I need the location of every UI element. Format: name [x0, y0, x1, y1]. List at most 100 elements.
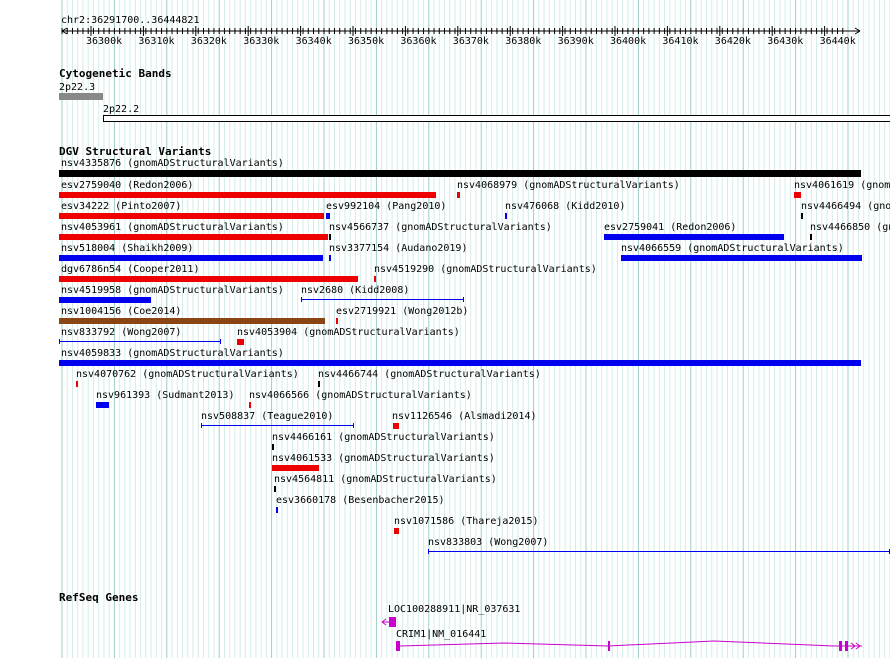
variant-label: esv2759040 (Redon2006) [61, 180, 194, 191]
variant-label: nsv1004156 (Coe2014) [61, 306, 182, 317]
variant-end-cap [301, 297, 302, 302]
variant-feature[interactable] [59, 276, 358, 282]
variant-label: nsv833792 (Wong2007) [61, 327, 182, 338]
variant-feature[interactable] [249, 402, 251, 408]
variant-feature[interactable] [336, 318, 338, 324]
variant-feature[interactable] [274, 486, 276, 492]
gene-loc100288911[interactable] [380, 616, 400, 628]
variant-label: nsv1126546 (Alsmadi2014) [392, 411, 537, 422]
variant-feature[interactable] [794, 192, 801, 198]
variant-feature[interactable] [329, 255, 331, 261]
variant-feature[interactable] [326, 213, 330, 219]
variant-feature[interactable] [59, 255, 323, 261]
cytoband-label-2: 2p22.2 [103, 104, 140, 115]
variant-label: nsv4053904 (gnomADStructuralVariants) [237, 327, 460, 338]
variant-end-cap [220, 339, 221, 344]
variant-feature[interactable] [59, 297, 151, 303]
track-title-refseq[interactable]: RefSeq Genes [59, 592, 138, 603]
variant-feature[interactable] [394, 528, 399, 534]
variant-feature[interactable] [272, 465, 319, 471]
ruler-tick-label: 36340k [295, 36, 332, 47]
variant-feature[interactable] [393, 423, 399, 429]
variant-label: esv34222 (Pinto2007) [61, 201, 182, 212]
variant-feature[interactable] [301, 299, 464, 300]
variant-feature[interactable] [801, 213, 803, 219]
variant-label: nsv476068 (Kidd2010) [505, 201, 626, 212]
track-title-cytobands[interactable]: Cytogenetic Bands [59, 68, 172, 79]
variant-feature[interactable] [457, 192, 460, 198]
variant-label: esv2759041 (Redon2006) [604, 222, 737, 233]
variant-feature[interactable] [237, 339, 244, 345]
variant-feature[interactable] [428, 551, 890, 552]
variant-end-cap [201, 423, 202, 428]
variant-end-cap [59, 339, 60, 344]
variant-feature[interactable] [374, 276, 376, 282]
ruler-tick-label: 36380k [505, 36, 542, 47]
variant-label: nsv4466744 (gnomADStructuralVariants) [318, 369, 541, 380]
variant-end-cap [428, 549, 429, 554]
variant-label: nsv4070762 (gnomADStructuralVariants) [76, 369, 299, 380]
ruler-tick-label: 36320k [190, 36, 227, 47]
ruler-tick-label: 36350k [348, 36, 385, 47]
ruler-tick-label: 36430k [767, 36, 804, 47]
variant-feature[interactable] [59, 234, 328, 240]
ruler-tick-label: 36330k [243, 36, 280, 47]
variant-feature[interactable] [96, 402, 109, 408]
variant-feature[interactable] [59, 170, 861, 177]
variant-label: esv3660178 (Besenbacher2015) [276, 495, 445, 506]
variant-label: nsv3377154 (Audano2019) [329, 243, 468, 254]
variant-label: esv2719921 (Wong2012b) [336, 306, 469, 317]
variant-label: nsv508837 (Teague2010) [201, 411, 334, 422]
ruler-tick-label: 36390k [557, 36, 594, 47]
variant-label: dgv6786n54 (Cooper2011) [61, 264, 200, 275]
variant-label: nsv4519290 (gnomADStructuralVariants) [374, 264, 597, 275]
variant-label: nsv4519958 (gnomADStructuralVariants) [61, 285, 284, 296]
ruler-tick-label: 36410k [662, 36, 699, 47]
variant-feature[interactable] [810, 234, 812, 240]
variant-feature[interactable] [318, 381, 320, 387]
variant-feature[interactable] [201, 425, 354, 426]
variant-label: nsv1071586 (Thareja2015) [394, 516, 539, 527]
variant-feature[interactable] [505, 213, 507, 219]
variant-feature[interactable] [59, 213, 324, 219]
ruler-tick-label: 36300k [86, 36, 123, 47]
variant-label: nsv4466494 (gnomADStructuralVariants) [801, 201, 890, 212]
ruler-tick-label: 36310k [138, 36, 175, 47]
variant-feature[interactable] [76, 381, 78, 387]
variant-feature[interactable] [621, 255, 862, 261]
variant-feature[interactable] [59, 318, 325, 324]
track-title-dgv[interactable]: DGV Structural Variants [59, 146, 211, 157]
variant-label: nsv4466161 (gnomADStructuralVariants) [272, 432, 495, 443]
ruler-tick-label: 36400k [610, 36, 647, 47]
variant-label: nsv4061533 (gnomADStructuralVariants) [272, 453, 495, 464]
ruler-tick-label: 36370k [452, 36, 489, 47]
variant-feature[interactable] [276, 507, 278, 513]
ruler[interactable] [0, 25, 890, 47]
variant-label: nsv4068979 (gnomADStructuralVariants) [457, 180, 680, 191]
genome-browser-view: chr2:36291700..36444821 36300k 36310k 3632… [0, 0, 890, 658]
variant-feature[interactable] [604, 234, 784, 240]
gene-crim1[interactable] [394, 638, 890, 654]
variant-feature[interactable] [59, 192, 436, 198]
variant-label: nsv4066566 (gnomADStructuralVariants) [249, 390, 472, 401]
variant-label: nsv833803 (Wong2007) [428, 537, 549, 548]
ruler-tick-label: 36360k [400, 36, 437, 47]
variant-label: nsv4564811 (gnomADStructuralVariants) [274, 474, 497, 485]
cytoband-label-1: 2p22.3 [59, 82, 96, 93]
variant-label: nsv4066559 (gnomADStructuralVariants) [621, 243, 844, 254]
variant-label: nsv4053961 (gnomADStructuralVariants) [61, 222, 284, 233]
variant-end-cap [353, 423, 354, 428]
variant-feature[interactable] [272, 444, 274, 450]
cytoband-1[interactable] [59, 93, 103, 100]
ruler-tick-label: 36440k [819, 36, 856, 47]
variant-label: nsv518004 (Shaikh2009) [61, 243, 194, 254]
cytoband-2[interactable] [103, 115, 890, 122]
variant-feature[interactable] [329, 234, 331, 240]
variant-label: nsv4566737 (gnomADStructuralVariants) [329, 222, 552, 233]
variant-label: nsv4061619 (gnomADStructuralVariants) [794, 180, 890, 191]
variant-feature[interactable] [59, 341, 221, 342]
variant-feature[interactable] [59, 360, 861, 366]
variant-label: nsv2680 (Kidd2008) [301, 285, 410, 296]
gene-label-loc100288911: LOC100288911|NR_037631 [388, 604, 521, 615]
variant-end-cap [463, 297, 464, 302]
